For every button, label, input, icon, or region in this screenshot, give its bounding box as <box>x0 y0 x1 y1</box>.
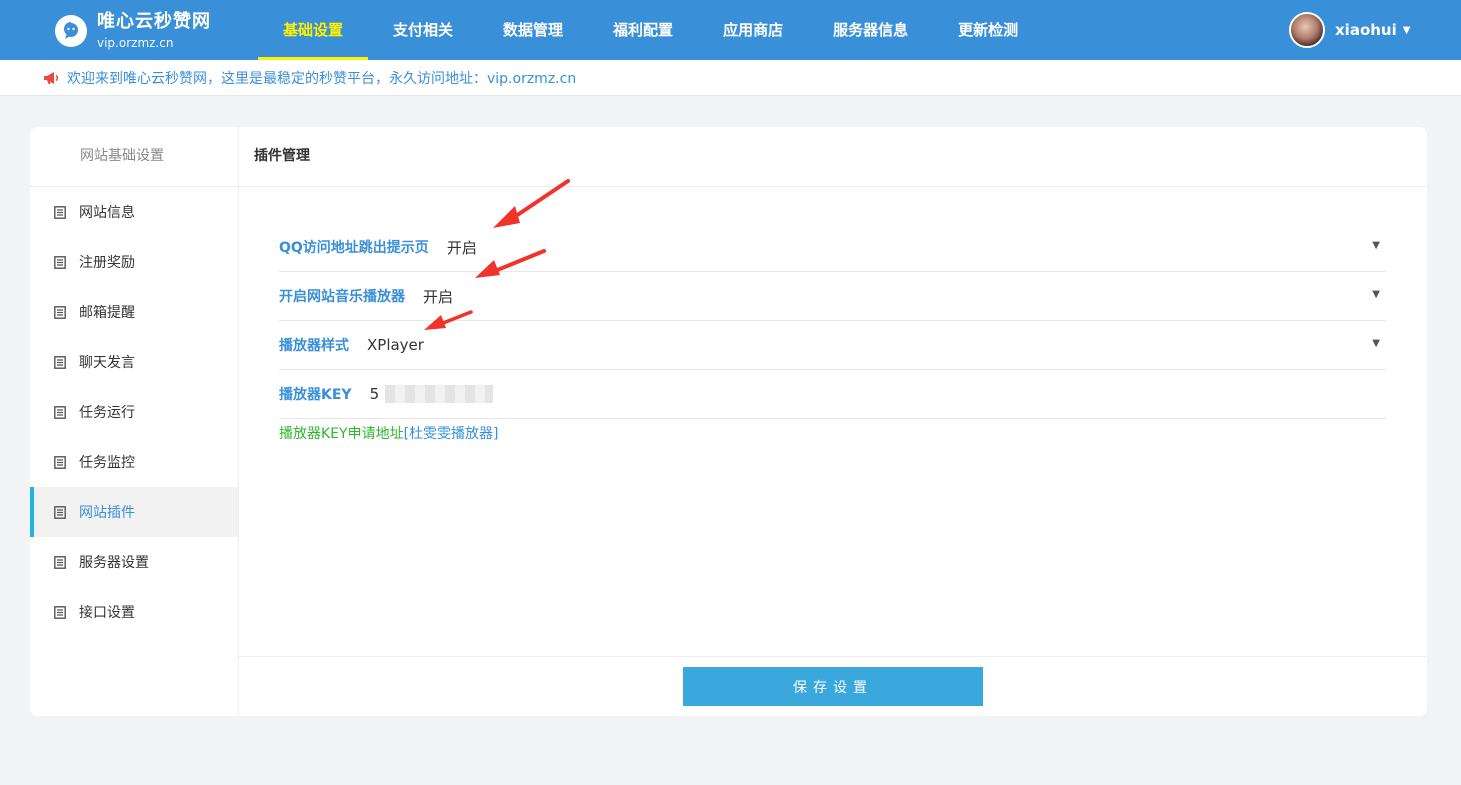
plugin-form: QQ访问地址跳出提示页 开启 ▼ 开启网站音乐播放器 开启 ▼ 播放器样式 XP… <box>279 223 1386 419</box>
document-icon <box>53 605 67 619</box>
document-icon <box>53 305 67 319</box>
dropdown-arrow-icon[interactable]: ▼ <box>1372 338 1380 349</box>
sidebar-item-label: 接口设置 <box>79 605 135 621</box>
sidebar-header: 网站基础设置 <box>30 127 238 187</box>
brand-subtitle: vip.orzmz.cn <box>97 36 174 50</box>
username[interactable]: xiaohui <box>1335 21 1397 39</box>
qq-redirect-select[interactable]: QQ访问地址跳出提示页 开启 ▼ <box>279 223 1386 272</box>
settings-card: 网站基础设置 网站信息 注册奖励 邮箱提醒 聊天发言 任务运行 任务监控 网站插… <box>30 127 1427 716</box>
player-key-input[interactable]: 播放器KEY 5 <box>279 370 1386 419</box>
caret-down-icon[interactable]: ▼ <box>1403 25 1411 36</box>
dropdown-arrow-icon[interactable]: ▼ <box>1372 240 1380 251</box>
settings-sidebar: 网站基础设置 网站信息 注册奖励 邮箱提醒 聊天发言 任务运行 任务监控 网站插… <box>30 127 239 716</box>
field-value[interactable]: XPlayer <box>367 336 424 354</box>
document-icon <box>53 455 67 469</box>
document-icon <box>53 355 67 369</box>
field-label: 开启网站音乐播放器 <box>279 289 405 305</box>
panel-title: 插件管理 <box>239 127 1427 187</box>
sidebar-item-chat[interactable]: 聊天发言 <box>30 337 238 387</box>
key-apply-link[interactable]: [杜雯雯播放器] <box>404 426 499 442</box>
sidebar-item-label: 服务器设置 <box>79 555 149 571</box>
nav-app-store[interactable]: 应用商店 <box>698 0 808 60</box>
sidebar-item-task-run[interactable]: 任务运行 <box>30 387 238 437</box>
redacted-key <box>385 385 494 403</box>
document-icon <box>53 205 67 219</box>
field-value[interactable]: 5 <box>370 385 380 403</box>
player-style-select[interactable]: 播放器样式 XPlayer ▼ <box>279 321 1386 370</box>
dropdown-arrow-icon[interactable]: ▼ <box>1372 289 1380 300</box>
sidebar-item-site-info[interactable]: 网站信息 <box>30 187 238 237</box>
nav-update-check[interactable]: 更新检测 <box>933 0 1043 60</box>
field-value[interactable]: 开启 <box>423 286 453 307</box>
sidebar-item-server-settings[interactable]: 服务器设置 <box>30 537 238 587</box>
save-settings-button[interactable]: 保存设置 <box>683 667 983 706</box>
sidebar-item-task-monitor[interactable]: 任务监控 <box>30 437 238 487</box>
sidebar-item-api-settings[interactable]: 接口设置 <box>30 587 238 637</box>
panel-footer: 保存设置 <box>239 656 1427 716</box>
nav-welfare[interactable]: 福利配置 <box>588 0 698 60</box>
brand[interactable]: 唯心云秒赞网 vip.orzmz.cn <box>55 11 211 51</box>
sidebar-item-label: 邮箱提醒 <box>79 305 135 321</box>
field-label: QQ访问地址跳出提示页 <box>279 240 429 256</box>
plugin-panel: 插件管理 QQ访问地址跳出提示页 开启 ▼ 开启网站音乐播放器 开启 ▼ 播放器… <box>239 127 1427 716</box>
sidebar-item-label: 网站信息 <box>79 205 135 221</box>
top-navbar: 唯心云秒赞网 vip.orzmz.cn 基础设置 支付相关 数据管理 福利配置 … <box>0 0 1461 60</box>
user-menu[interactable]: xiaohui ▼ <box>1289 12 1410 48</box>
nav-basic-settings[interactable]: 基础设置 <box>258 0 369 60</box>
notice-bar: 欢迎来到唯心云秒赞网，这里是最稳定的秒赞平台，永久访问地址：vip.orzmz.… <box>0 60 1461 96</box>
document-icon <box>53 405 67 419</box>
sidebar-item-label: 任务监控 <box>79 455 135 471</box>
field-label: 播放器KEY <box>279 387 352 403</box>
brand-title: 唯心云秒赞网 <box>97 11 211 32</box>
megaphone-icon <box>44 71 58 84</box>
nav-server-info[interactable]: 服务器信息 <box>808 0 933 60</box>
field-value[interactable]: 开启 <box>447 237 477 258</box>
sidebar-item-label: 任务运行 <box>79 405 135 421</box>
sidebar-item-label: 聊天发言 <box>79 355 135 371</box>
notice-text: 欢迎来到唯心云秒赞网，这里是最稳定的秒赞平台，永久访问地址：vip.orzmz.… <box>67 70 577 87</box>
sidebar-item-label: 注册奖励 <box>79 255 135 271</box>
nav-payment[interactable]: 支付相关 <box>368 0 478 60</box>
key-apply-label: 播放器KEY申请地址 <box>279 426 404 442</box>
key-apply-line: 播放器KEY申请地址[杜雯雯播放器] <box>279 423 499 443</box>
field-label: 播放器样式 <box>279 338 349 354</box>
music-player-select[interactable]: 开启网站音乐播放器 开启 ▼ <box>279 272 1386 321</box>
nav-data-management[interactable]: 数据管理 <box>478 0 588 60</box>
document-icon <box>53 505 67 519</box>
document-icon <box>53 255 67 269</box>
sidebar-item-register-reward[interactable]: 注册奖励 <box>30 237 238 287</box>
sidebar-item-label: 网站插件 <box>79 505 135 521</box>
document-icon <box>53 555 67 569</box>
brand-logo-icon <box>55 15 87 47</box>
sidebar-item-site-plugins[interactable]: 网站插件 <box>30 487 238 537</box>
main-nav: 基础设置 支付相关 数据管理 福利配置 应用商店 服务器信息 更新检测 <box>258 0 1043 60</box>
sidebar-item-email-alert[interactable]: 邮箱提醒 <box>30 287 238 337</box>
avatar[interactable] <box>1289 12 1325 48</box>
